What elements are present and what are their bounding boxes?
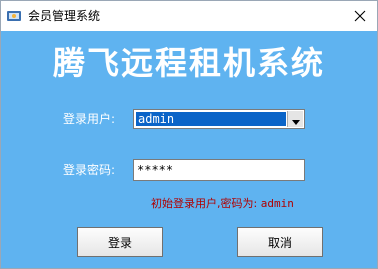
hint-text: 初始登录用户,密码为: [151,197,258,210]
cancel-button[interactable]: 取消 [237,227,323,257]
user-select[interactable]: admin [133,109,305,129]
chevron-down-icon [291,110,300,129]
login-window: 会员管理系统 腾飞远程租机系统 登录用户: admin 登录密码: ***** … [0,0,378,269]
default-credentials-hint: 初始登录用户,密码为: admin [151,197,294,211]
dropdown-button[interactable] [287,111,303,127]
close-icon [354,7,366,26]
hint-username: admin [260,197,294,210]
close-button[interactable] [343,1,377,31]
password-label: 登录密码: [63,163,116,177]
system-banner: 腾飞远程租机系统 [52,44,325,82]
user-select-value: admin [136,112,286,126]
login-panel: 腾飞远程租机系统 登录用户: admin 登录密码: ***** 初始登录用户,… [1,31,377,268]
window-title: 会员管理系统 [28,9,101,23]
password-field[interactable]: ***** [133,159,305,181]
title-bar[interactable]: 会员管理系统 [1,1,377,31]
login-button[interactable]: 登录 [77,227,163,257]
app-icon [6,8,22,24]
user-label: 登录用户: [63,112,116,126]
